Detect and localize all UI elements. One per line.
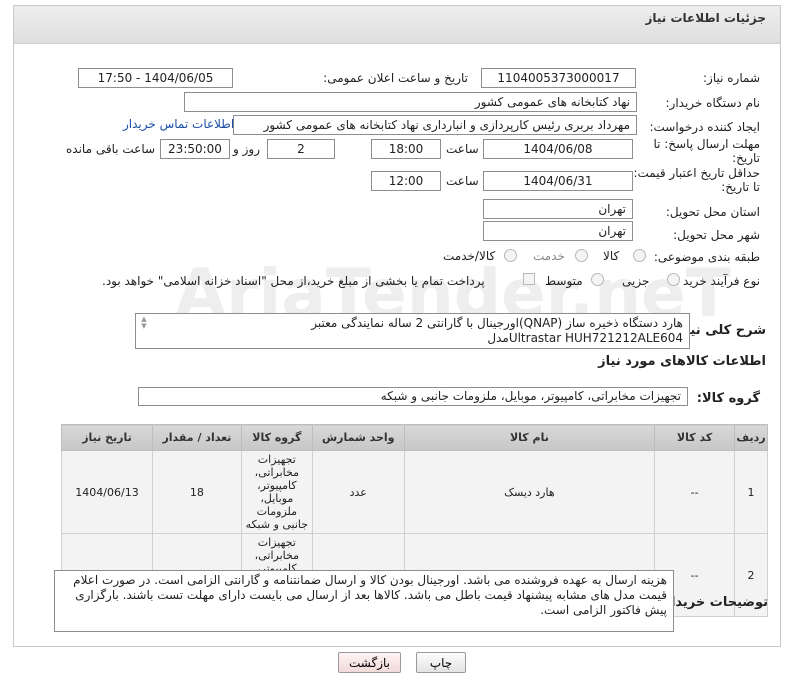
announce-label: تاریخ و ساعت اعلان عمومی: xyxy=(323,71,468,85)
table-row[interactable]: 1 -- هارد دیسک عدد تجهیزات مخابراتی، کام… xyxy=(61,450,768,534)
cell-date: 1404/06/13 xyxy=(61,450,153,534)
price-validity-date-field[interactable]: 1404/06/31 xyxy=(483,171,633,191)
treasury-checkbox[interactable] xyxy=(523,273,535,285)
goods-group-label: گروه کالا: xyxy=(696,391,760,406)
buyer-org-label: نام دستگاه خریدار: xyxy=(665,96,761,110)
category-service-radio[interactable] xyxy=(575,249,588,262)
reply-time-label: ساعت xyxy=(446,142,479,156)
city-field[interactable]: تهران xyxy=(483,221,633,241)
cell-name: هارد دیسک xyxy=(403,450,656,534)
price-validity-label-line2: تا تاریخ: xyxy=(721,180,760,194)
category-service-label: خدمت xyxy=(533,249,565,263)
creator-field[interactable]: مهرداد بربری رئیس کارپردازی و انبارداری … xyxy=(233,115,637,135)
price-validity-time-label: ساعت xyxy=(446,174,479,188)
cell-unit: عدد xyxy=(311,450,405,534)
process-minor-label: جزیی xyxy=(622,274,650,288)
buyer-org-field[interactable]: نهاد کتابخانه های عمومی کشور xyxy=(184,92,637,112)
col-code: کد کالا xyxy=(654,424,736,451)
need-number-field[interactable]: 1104005373000017 xyxy=(481,68,636,88)
cell-qty: 18 xyxy=(152,450,242,534)
goods-section-title: اطلاعات کالاهای مورد نیاز xyxy=(598,354,766,369)
cell-code: -- xyxy=(654,450,736,534)
process-medium-label: متوسط xyxy=(545,274,583,288)
category-goods-service-label: کالا/خدمت xyxy=(443,249,496,263)
reply-deadline-label-line1: مهلت ارسال پاسخ: تا xyxy=(653,137,760,151)
reply-days-label: روز و xyxy=(233,142,260,156)
col-qty: تعداد / مقدار xyxy=(152,424,242,451)
city-label: شهر محل تحویل: xyxy=(673,228,760,242)
category-goods-label: کالا xyxy=(603,249,620,263)
process-medium-radio[interactable] xyxy=(591,273,604,286)
buyer-notes-textarea[interactable]: هزینه ارسال به عهده فروشنده می باشد. اور… xyxy=(54,570,674,632)
reply-deadline-label-line2: تاریخ: xyxy=(732,151,760,165)
remaining-time-label: ساعت باقی مانده xyxy=(66,142,156,156)
page-title: جزئیات اطلاعات نیاز xyxy=(645,11,766,25)
buyer-notes-label: توضیحات خریدار: xyxy=(658,595,768,610)
price-validity-time-field[interactable]: 12:00 xyxy=(371,171,441,191)
category-goods-radio[interactable] xyxy=(633,249,646,262)
col-date: تاریخ نیاز xyxy=(61,424,153,451)
cell-row: 1 xyxy=(734,450,768,534)
remaining-time-field[interactable]: 23:50:00 xyxy=(160,139,230,159)
province-label: استان محل تحویل: xyxy=(665,205,760,219)
buyer-contact-link[interactable]: اطلاعات تماس خریدار xyxy=(123,117,234,131)
summary-line2: Ultrastar HUH721212ALE604مدل xyxy=(487,331,683,345)
announce-field[interactable]: 1404/06/05 - 17:50 xyxy=(78,68,233,88)
creator-label: ایجاد کننده درخواست: xyxy=(649,120,760,134)
goods-group-field[interactable]: تجهیزات مخابراتی، کامپیوتر، موبایل، ملزو… xyxy=(138,387,688,406)
price-validity-label-line1: حداقل تاریخ اعتبار قیمت: xyxy=(633,166,760,180)
print-button[interactable]: چاپ xyxy=(416,652,466,673)
treasury-note: پرداخت تمام یا بخشی از مبلغ خرید،از محل … xyxy=(102,274,485,288)
scroll-arrows-icon[interactable]: ▲ ▼ xyxy=(138,316,150,330)
col-group: گروه کالا xyxy=(240,424,313,451)
back-button[interactable]: بازگشت xyxy=(338,652,401,673)
process-minor-radio[interactable] xyxy=(667,273,680,286)
category-goods-service-radio[interactable] xyxy=(504,249,517,262)
province-field[interactable]: تهران xyxy=(483,199,633,219)
need-number-label: شماره نیاز: xyxy=(703,71,760,85)
col-name: نام کالا xyxy=(403,424,656,451)
col-row: ردیف xyxy=(734,424,768,451)
col-unit: واحد شمارش xyxy=(311,424,405,451)
cell-group: تجهیزات مخابراتی، کامپیوتر، موبایل، ملزو… xyxy=(240,450,313,534)
reply-date-field[interactable]: 1404/06/08 xyxy=(483,139,633,159)
reply-days-field[interactable]: 2 xyxy=(267,139,335,159)
process-label: نوع فرآیند خرید : xyxy=(675,274,760,288)
summary-textarea[interactable]: هارد دستگاه ذخیره ساز (QNAP)اورجینال با … xyxy=(135,313,690,349)
summary-line1: هارد دستگاه ذخیره ساز (QNAP)اورجینال با … xyxy=(311,316,683,330)
reply-time-field[interactable]: 18:00 xyxy=(371,139,441,159)
category-label: طبقه بندی موضوعی: xyxy=(653,250,760,264)
